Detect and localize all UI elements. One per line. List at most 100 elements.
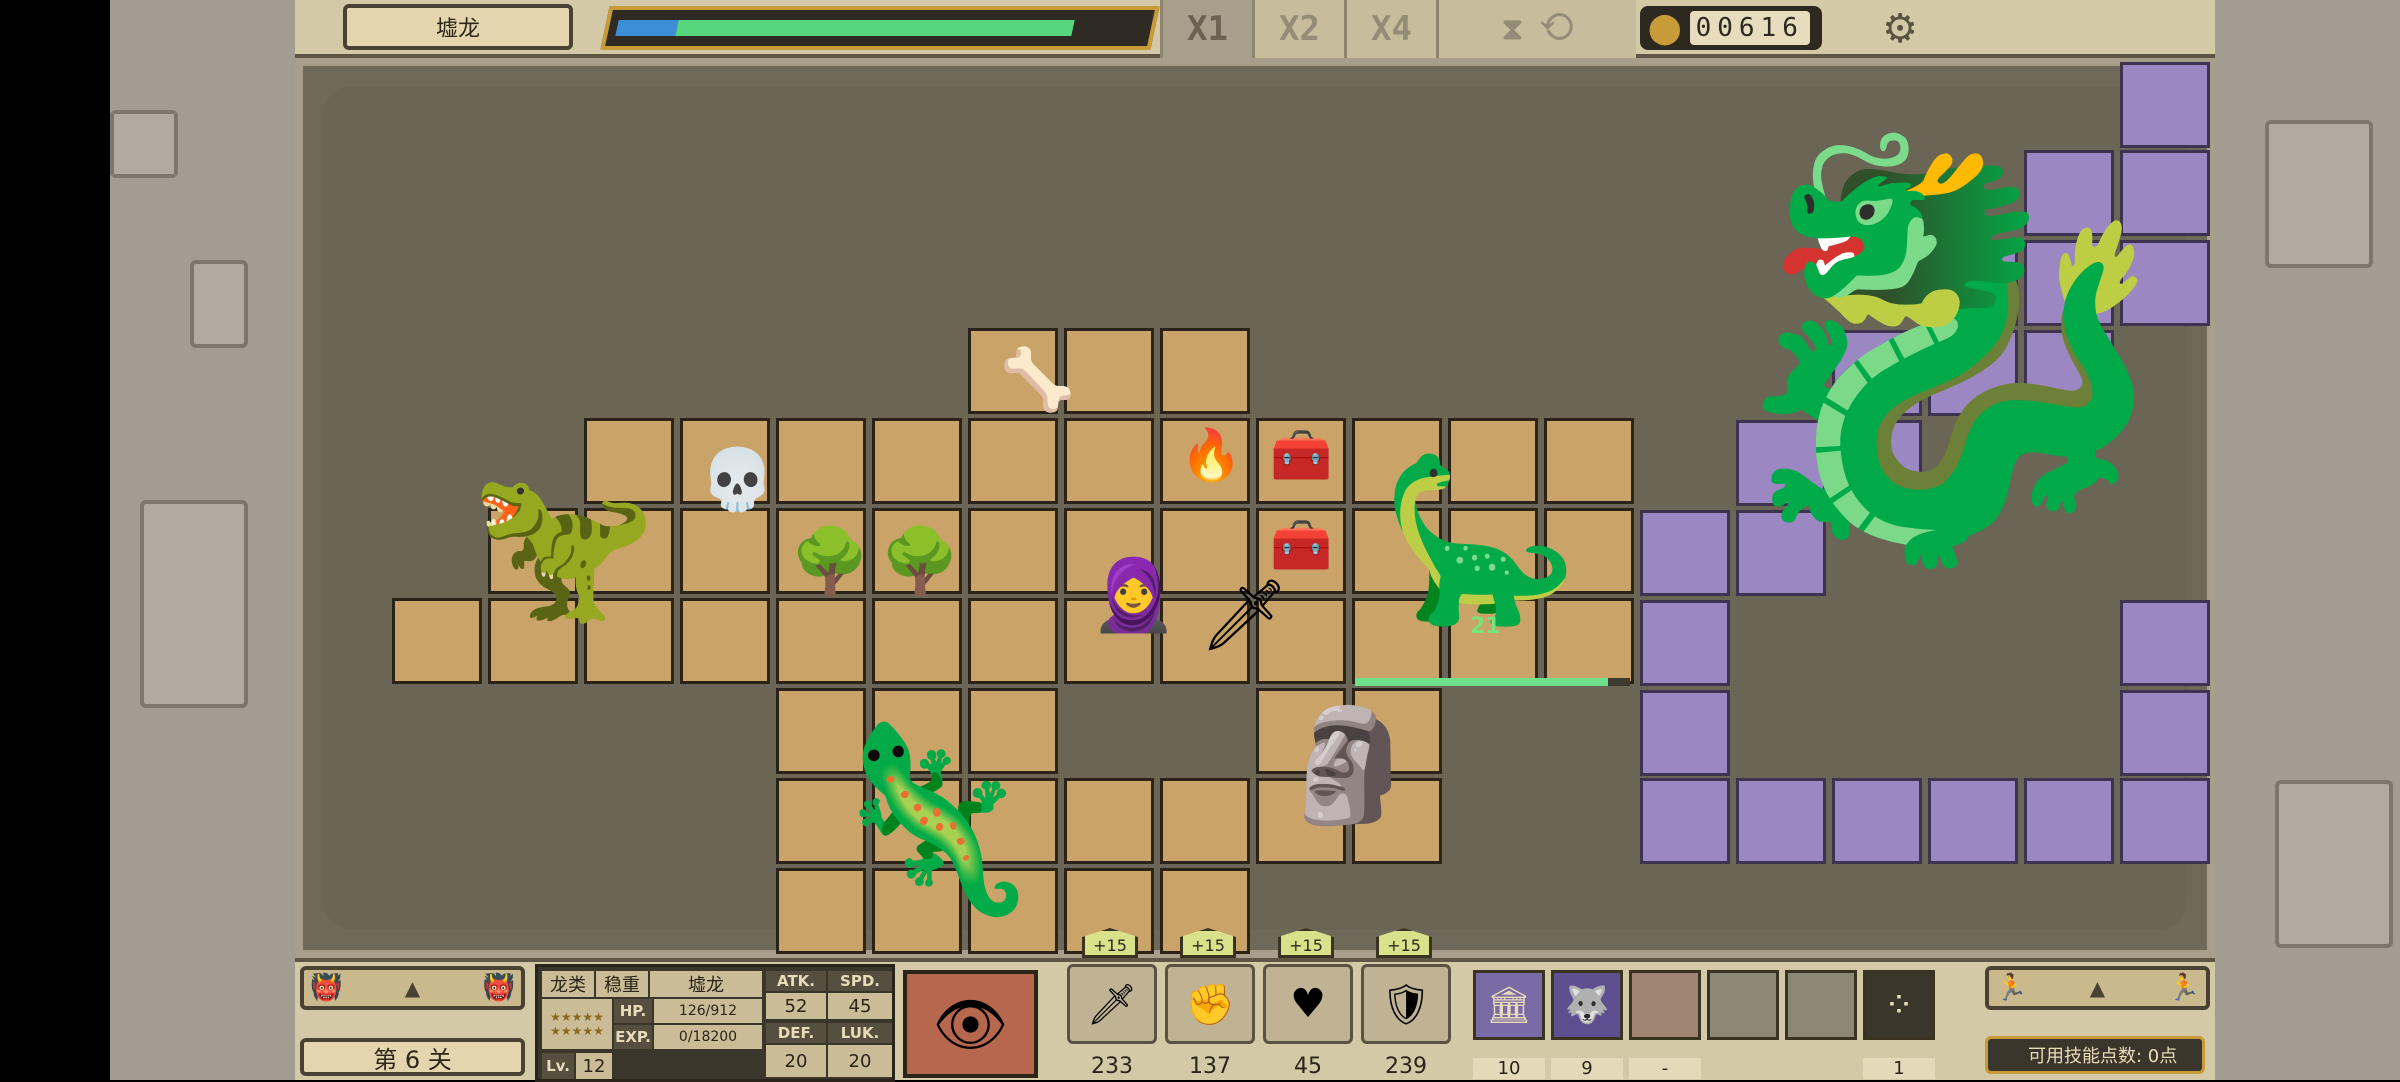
luk-label: LUK. <box>828 1023 892 1043</box>
type-label: 龙类 <box>542 971 594 997</box>
item-slot[interactable] <box>1785 970 1857 1040</box>
stage-label: 第 6 关 <box>300 1038 525 1076</box>
tree-icon[interactable]: 🌳 <box>880 530 960 594</box>
skill-points-label: 可用技能点数: 0点 <box>1985 1036 2205 1074</box>
exp-label: EXP. <box>614 1025 652 1049</box>
gold-counter: ⬤ 00616 <box>1640 6 1822 50</box>
shield-icon: 🛡 <box>1380 981 1432 1028</box>
golem-icon[interactable]: 🗿 <box>1280 710 1417 820</box>
enemy-board-tile[interactable] <box>1736 778 1826 864</box>
frame-decoration <box>2275 780 2393 948</box>
luk-value: 20 <box>828 1045 892 1077</box>
item-count: 10 <box>1473 1058 1545 1079</box>
frame-decoration <box>190 260 248 348</box>
hero-icon: 🏃 <box>2167 973 2200 1003</box>
stone-dragon-icon[interactable]: 🐉 <box>1700 150 2198 550</box>
chest-icon[interactable]: 🧰 <box>1270 430 1332 480</box>
board-tile[interactable] <box>872 418 962 504</box>
board-tile[interactable] <box>776 598 866 684</box>
fist-skill-button[interactable]: ✊ <box>1165 964 1255 1044</box>
heart-skill-button[interactable]: ♥ <box>1263 964 1353 1044</box>
enemy-board-tile[interactable] <box>2024 778 2114 864</box>
auto-loop-button[interactable]: ⧗ ⟲ <box>1436 0 1636 58</box>
sword-icon: 🗡 <box>1086 981 1138 1028</box>
spd-value: 45 <box>828 993 892 1019</box>
mana-fill <box>615 20 679 36</box>
chest-icon[interactable]: 🧰 <box>1270 520 1332 570</box>
hero-page-nav[interactable]: 🏃 ▲ 🏃 <box>1985 966 2210 1010</box>
up-arrow-icon[interactable]: ▲ <box>2090 976 2105 1000</box>
damage-number: 21 <box>1470 614 1501 639</box>
atk-value: 52 <box>766 993 826 1019</box>
item-slot[interactable]: ⁘ <box>1863 970 1935 1040</box>
enemy-board-tile[interactable] <box>2120 600 2210 686</box>
dice-icon: ⁘ <box>1883 984 1915 1026</box>
hero-icon: 🏃 <box>1995 973 2028 1003</box>
left-frame <box>110 0 295 1080</box>
board-tile[interactable] <box>968 418 1058 504</box>
board-tile[interactable] <box>1160 328 1250 414</box>
enemy-hp-fill <box>1355 678 1608 686</box>
bones-icon[interactable]: 🦴 <box>1000 350 1075 410</box>
enemy-board-tile[interactable] <box>1928 778 2018 864</box>
item-slot[interactable]: 🐺 <box>1551 970 1623 1040</box>
nun-icon[interactable]: 🧕 <box>1090 560 1177 630</box>
enemy-board-tile[interactable] <box>1640 690 1730 776</box>
lv-value: 12 <box>576 1053 612 1079</box>
item-count: 1 <box>1863 1058 1935 1079</box>
item-slot[interactable] <box>1629 970 1701 1040</box>
bones-icon[interactable]: 💀 <box>700 450 775 510</box>
speed-x4-button[interactable]: X4 <box>1344 0 1436 58</box>
enemy-board-tile[interactable] <box>1640 600 1730 686</box>
monster-name: 墟龙 <box>435 17 480 42</box>
board-tile[interactable] <box>680 598 770 684</box>
up-arrow-icon[interactable]: ▲ <box>405 976 420 1000</box>
board-tile[interactable] <box>968 598 1058 684</box>
monster-name-plate: 墟龙 <box>343 4 573 50</box>
hp-label: HP. <box>614 999 652 1023</box>
board-tile[interactable] <box>392 598 482 684</box>
lv-label: Lv. <box>542 1053 574 1079</box>
item-slot[interactable]: 🏛 <box>1473 970 1545 1040</box>
flame-icon[interactable]: 🔥 <box>1180 430 1242 480</box>
demon-head-icon: 👹 <box>482 973 515 1003</box>
bottom-bar: 👹 ▲ 👹 第 6 关 龙类 稳重 墟龙 ★★★★★ ★★★★★ HP. 126/… <box>295 958 2215 1082</box>
enemy-board-tile[interactable] <box>1640 778 1730 864</box>
exp-value: 0/18200 <box>654 1025 762 1049</box>
enemy-board-tile[interactable] <box>2120 778 2210 864</box>
board-tile[interactable] <box>680 508 770 594</box>
skill-value: 137 <box>1189 1054 1231 1079</box>
board-tile[interactable] <box>1160 778 1250 864</box>
def-label: DEF. <box>766 1023 826 1043</box>
frame-decoration <box>140 500 248 708</box>
trex-icon[interactable]: 🦕 <box>1380 460 1579 620</box>
speed-x2-button[interactable]: X2 <box>1252 0 1344 58</box>
enemy-board-tile[interactable] <box>1832 778 1922 864</box>
board-tile[interactable] <box>1064 328 1154 414</box>
def-value: 20 <box>766 1045 826 1077</box>
atk-label: ATK. <box>766 971 826 991</box>
monster-page-nav[interactable]: 👹 ▲ 👹 <box>300 966 525 1010</box>
dragon-eye-portrait: 👁 <box>903 970 1038 1078</box>
item-slot[interactable] <box>1707 970 1779 1040</box>
gold-icon: ⬤ <box>1648 10 1682 46</box>
frame-decoration <box>110 110 178 178</box>
board-tile[interactable] <box>968 508 1058 594</box>
board-tile[interactable] <box>776 418 866 504</box>
settings-gear-icon[interactable]: ⚙ <box>1875 4 1925 54</box>
board-tile[interactable] <box>872 598 962 684</box>
enemy-board-tile[interactable] <box>2120 690 2210 776</box>
skill-value: 233 <box>1091 1054 1133 1079</box>
board-tile[interactable] <box>1064 778 1154 864</box>
board-tile[interactable] <box>1064 418 1154 504</box>
shield-skill-button[interactable]: 🛡 <box>1361 964 1451 1044</box>
right-frame <box>2215 0 2400 1080</box>
sword-skill-button[interactable]: 🗡 <box>1067 964 1157 1044</box>
speed-x1-button[interactable]: X1 <box>1160 0 1252 58</box>
heart-icon: ♥ <box>1290 981 1326 1027</box>
skill-value: 239 <box>1385 1054 1427 1079</box>
tree-icon[interactable]: 🌳 <box>790 530 870 594</box>
lizard-icon[interactable]: 🦎 <box>820 730 1044 910</box>
dinosaur-icon[interactable]: 🦖 <box>470 470 657 620</box>
knight-icon[interactable]: 🗡 <box>1200 580 1289 650</box>
